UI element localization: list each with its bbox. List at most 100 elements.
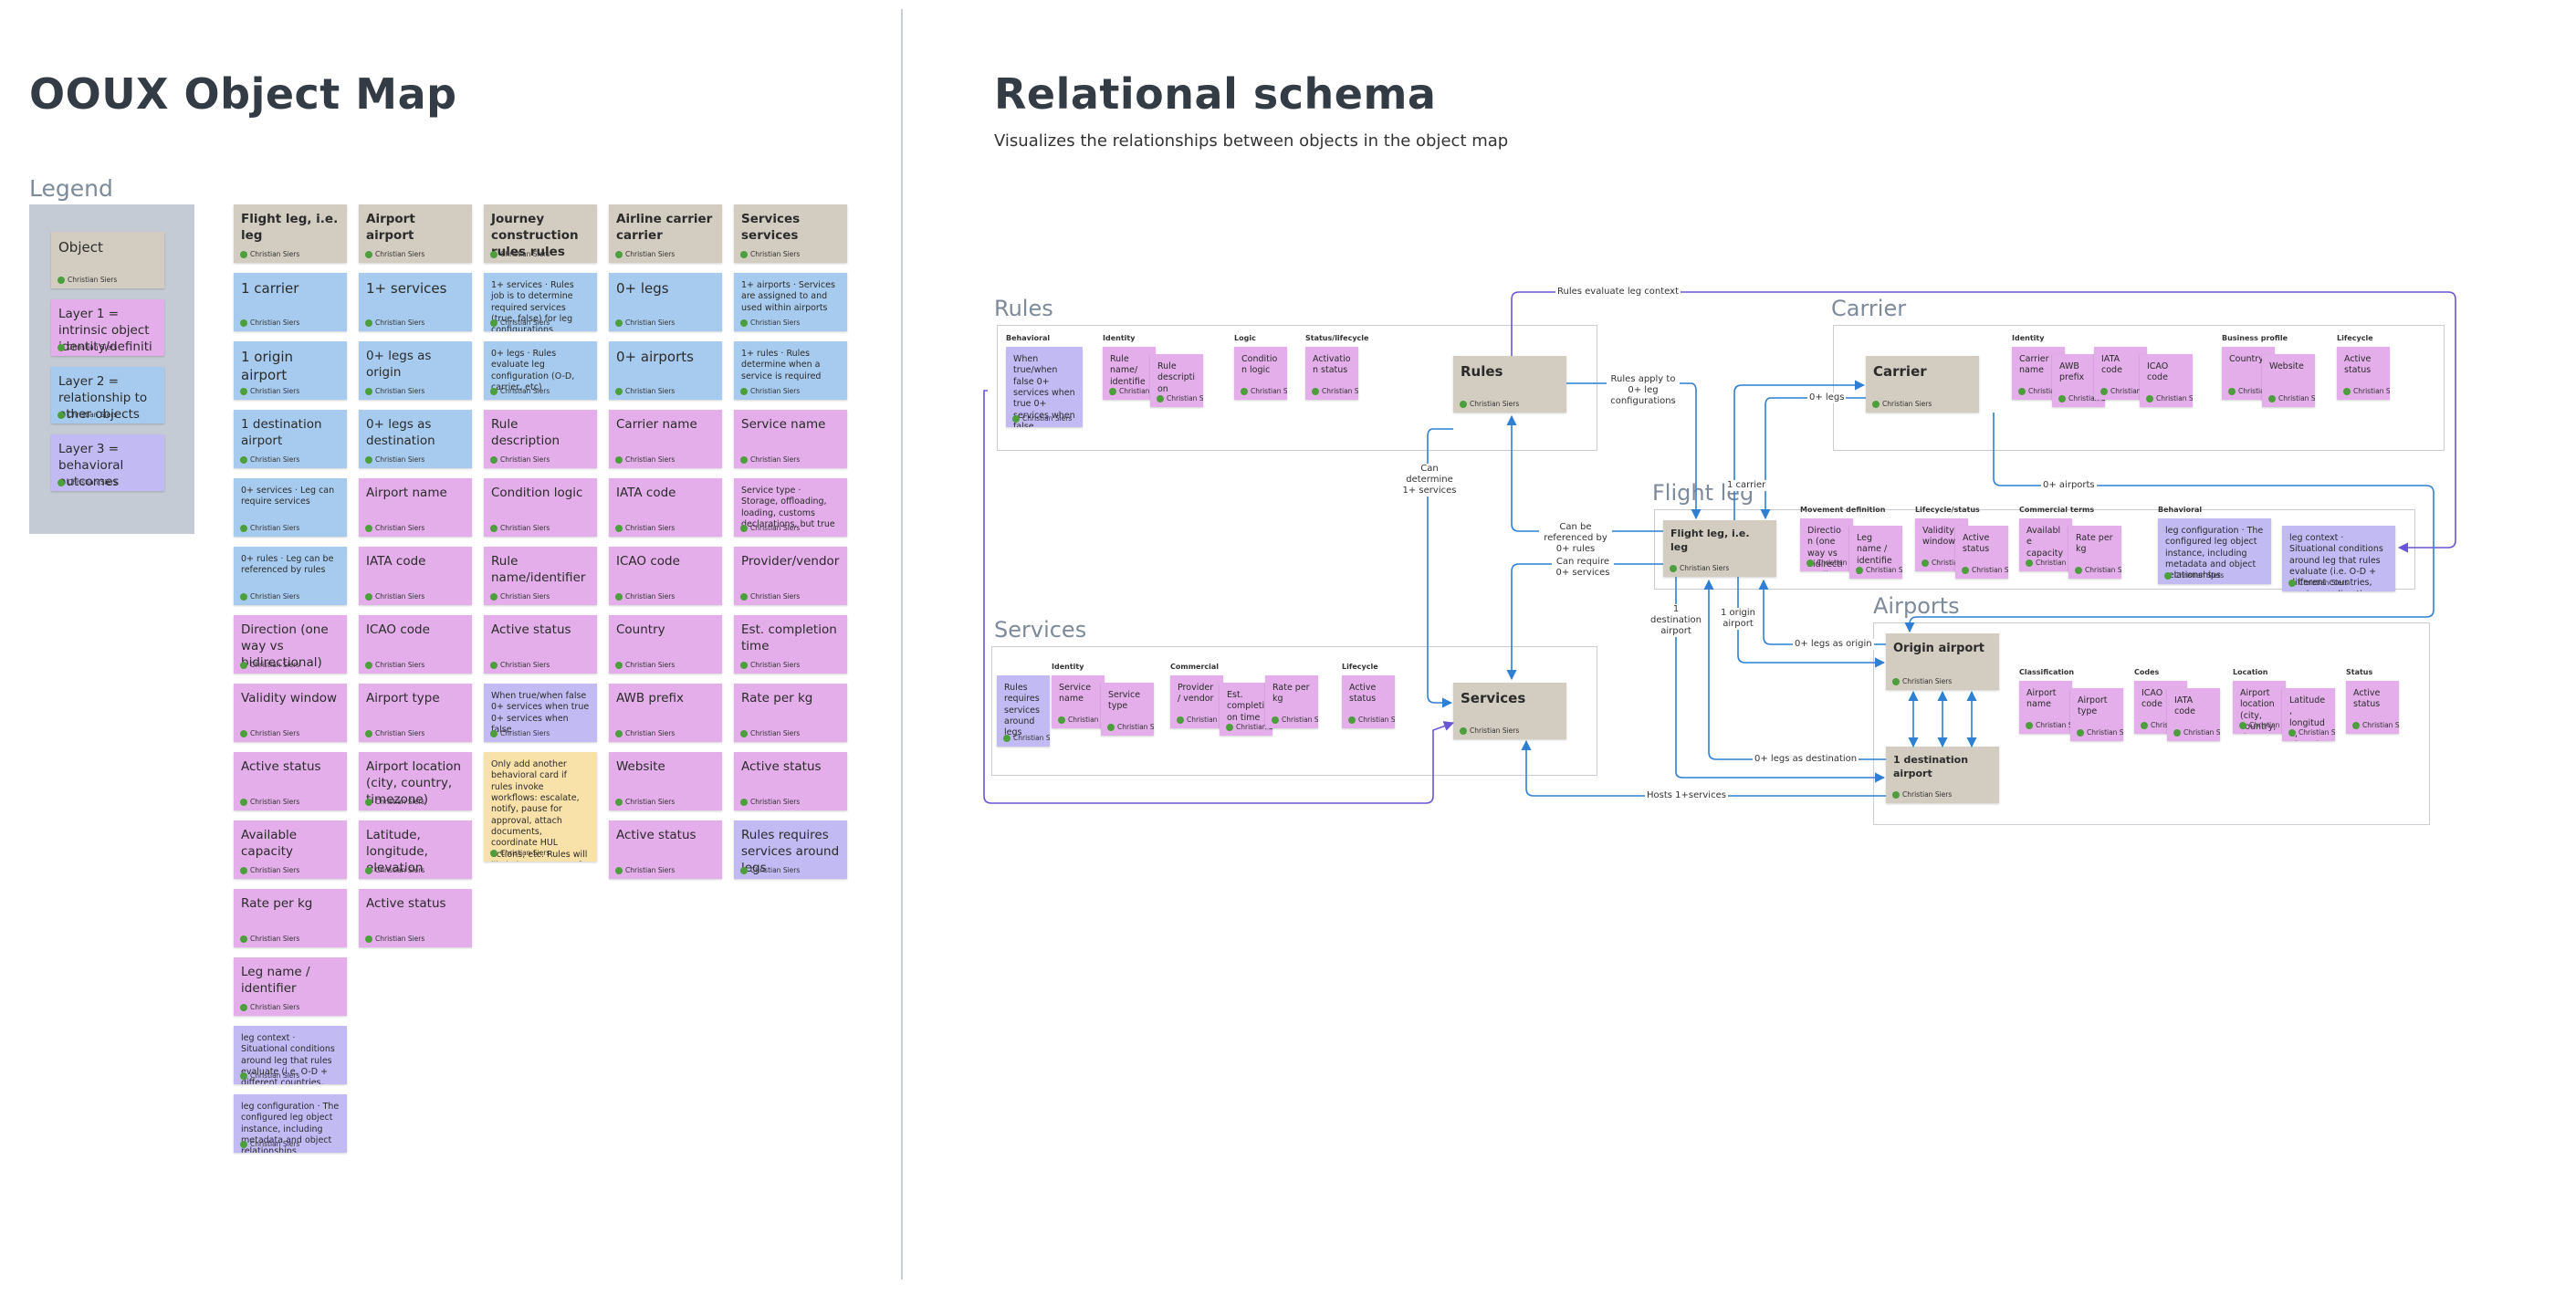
map-card-condition-logic[interactable]: Condition logic Christian Siers	[484, 478, 597, 537]
map-card-rule-description[interactable]: Rule description Christian Siers	[484, 410, 597, 468]
map-card-rule-name-identifier[interactable]: Rule name/identifier Christian Siers	[484, 547, 597, 605]
card-label: Airport type	[366, 691, 440, 705]
schema-card-rule-description[interactable]: Rule descriptionChristian Siers	[1150, 354, 1203, 407]
schema-card-icao-code[interactable]: ICAO code Christian Siers	[2140, 354, 2193, 407]
map-card-leg-name-identifier[interactable]: Leg name / identifier Christian Siers	[234, 957, 347, 1016]
schema-card-latitude-longitude-elevation[interactable]: Latitude, longitude, elevationChristian …	[2282, 688, 2335, 741]
map-card-1-origin-airport[interactable]: 1 origin airport Christian Siers	[234, 341, 347, 400]
map-card-1-services-rules-job-is-to-determine-req[interactable]: 1+ services · Rules job is to determine …	[484, 273, 597, 331]
card-label: Active status	[2353, 688, 2381, 710]
map-card-latitude-longitude-elevation[interactable]: Latitude, longitude, elevation Christian …	[359, 820, 472, 879]
map-card-flight-leg-i-e-leg[interactable]: Flight leg, i.e. leg Christian Siers	[234, 204, 347, 263]
schema-card-active-status[interactable]: Active status Christian Siers	[1342, 675, 1395, 728]
map-card-active-status[interactable]: Active status Christian Siers	[359, 889, 472, 947]
schema-card-rule-name-identifier[interactable]: Rule name/ identifierChristian Siers	[1103, 347, 1156, 400]
map-card-est-completion-time[interactable]: Est. completion time Christian Siers	[734, 615, 847, 674]
map-card-icao-code[interactable]: ICAO code Christian Siers	[609, 547, 722, 605]
map-card-provider-vendor[interactable]: Provider/vendor Christian Siers	[734, 547, 847, 605]
map-card-0-rules-leg-can-be-referenced-by-rules[interactable]: 0+ rules · Leg can be referenced by rule…	[234, 547, 347, 605]
object-flight-leg[interactable]: Flight leg, i.e. leg Christian Siers	[1663, 520, 1776, 577]
schema-card-rate-per-kg[interactable]: Rate per kg Christian Siers	[2068, 526, 2121, 579]
map-card-0-legs-rules-evaluate-leg-configuration-[interactable]: 0+ legs · Rules evaluate leg configurati…	[484, 341, 597, 400]
map-card-service-name[interactable]: Service name Christian Siers	[734, 410, 847, 468]
schema-card-direction-one-way-vs-bidirectional[interactable]: Direction (one way vs bidirectional)Chri…	[1800, 518, 1853, 571]
map-card-country[interactable]: Country Christian Siers	[609, 615, 722, 674]
map-card-carrier-name[interactable]: Carrier name Christian Siers	[609, 410, 722, 468]
map-card-when-true-when-false-0-services-when-tru[interactable]: When true/when false 0+ services when tr…	[484, 684, 597, 742]
schema-card-active-status[interactable]: Active status Christian Siers	[1955, 526, 2008, 579]
avatar	[2239, 721, 2246, 729]
map-card-1-destination-airport[interactable]: 1 destination airport Christian Siers	[234, 410, 347, 468]
author-tag: Christian Siers	[2288, 579, 2348, 587]
schema-card-airport-name[interactable]: Airport name Christian Siers	[2019, 681, 2072, 734]
map-card-iata-code[interactable]: IATA code Christian Siers	[359, 547, 472, 605]
legend-card-object[interactable]: Object Christian Siers	[51, 232, 164, 288]
map-card-1-rules-rules-determine-when-a-service-i[interactable]: 1+ rules · Rules determine when a servic…	[734, 341, 847, 400]
schema-card-leg-context-situational-conditions-aroun[interactable]: leg context · Situational conditions aro…	[2282, 526, 2395, 591]
schema-card-website[interactable]: Website Christian Siers	[2262, 354, 2315, 407]
avatar	[240, 319, 247, 327]
schema-card-airport-location-city-country-timezone[interactable]: Airport location (city, country, timezon…	[2233, 681, 2286, 734]
schema-card-iata-code[interactable]: IATA code Christian Siers	[2167, 688, 2220, 741]
schema-card-active-status[interactable]: Active status Christian Siers	[2337, 347, 2390, 400]
map-card-0-services-leg-can-require-services[interactable]: 0+ services · Leg can require services Ch…	[234, 478, 347, 537]
map-card-airport-type[interactable]: Airport type Christian Siers	[359, 684, 472, 742]
map-card-rules-requires-services-around-legs[interactable]: Rules requires services around legs Chris…	[734, 820, 847, 879]
schema-card-rate-per-kg[interactable]: Rate per kg Christian Siers	[1265, 675, 1318, 728]
map-card-airline-carrier-carrier[interactable]: Airline carrier carrier Christian Siers	[609, 204, 722, 263]
map-card-journey-construction-rules-rules[interactable]: Journey construction rules rules Christia…	[484, 204, 597, 263]
map-card-rate-per-kg[interactable]: Rate per kg Christian Siers	[234, 889, 347, 947]
schema-card-rules-requires-services-around-legs[interactable]: Rules requires services around legs Chris…	[997, 675, 1050, 747]
map-card-airport-name[interactable]: Airport name Christian Siers	[359, 478, 472, 537]
map-card-airport-airport[interactable]: Airport airport Christian Siers	[359, 204, 472, 263]
legend-card-layer-1-intrinsic-object-identity-defini[interactable]: Layer 1 = intrinsic object identity/defi…	[51, 299, 164, 356]
map-card-1-carrier[interactable]: 1 carrier Christian Siers	[234, 273, 347, 331]
map-card-services-services[interactable]: Services services Christian Siers	[734, 204, 847, 263]
schema-card-condition-logic[interactable]: Condition logic Christian Siers	[1234, 347, 1287, 400]
schema-card-service-name[interactable]: Service name Christian Siers	[1052, 675, 1105, 728]
legend-card-layer-3-behavioral-outcomes[interactable]: Layer 3 = behavioral outcomes Christian S…	[51, 434, 164, 491]
object-services[interactable]: Services Christian Siers	[1453, 683, 1566, 739]
map-card-active-status[interactable]: Active status Christian Siers	[609, 820, 722, 879]
schema-card-available-capacity[interactable]: Available capacityChristian Siers	[2019, 518, 2072, 571]
map-card-rate-per-kg[interactable]: Rate per kg Christian Siers	[734, 684, 847, 742]
schema-card-when-true-when-false-0-services-when-tru[interactable]: When true/when false 0+ services when tr…	[1006, 347, 1083, 427]
map-card-service-type-storage-offloading-loading-[interactable]: Service type · Storage, offloading, load…	[734, 478, 847, 537]
map-card-leg-context-situational-conditions-aroun[interactable]: leg context · Situational conditions aro…	[234, 1026, 347, 1084]
map-card-1-services[interactable]: 1+ services Christian Siers	[359, 273, 472, 331]
map-card-0-legs-as-origin[interactable]: 0+ legs as origin Christian Siers	[359, 341, 472, 400]
map-card-active-status[interactable]: Active status Christian Siers	[234, 752, 347, 810]
object-rules[interactable]: Rules Christian Siers	[1453, 356, 1566, 413]
map-card-1-airports-services-are-assigned-to-and-[interactable]: 1+ airports · Services are assigned to a…	[734, 273, 847, 331]
object-origin-airport[interactable]: Origin airport Christian Siers	[1886, 633, 1999, 690]
schema-card-service-type[interactable]: Service type Christian Siers	[1101, 683, 1154, 736]
map-card-awb-prefix[interactable]: AWB prefix Christian Siers	[609, 684, 722, 742]
map-card-airport-location-city-country-timezone[interactable]: Airport location (city, country, timezon…	[359, 752, 472, 810]
map-card-iata-code[interactable]: IATA code Christian Siers	[609, 478, 722, 537]
map-card-0-legs[interactable]: 0+ legs Christian Siers	[609, 273, 722, 331]
map-card-website[interactable]: Website Christian Siers	[609, 752, 722, 810]
schema-card-activation-status[interactable]: Activation status Christian Siers	[1305, 347, 1358, 400]
author-name: Christian Siers	[500, 387, 550, 395]
map-card-0-airports[interactable]: 0+ airports Christian Siers	[609, 341, 722, 400]
object-destination-airport[interactable]: 1 destination airport Christian Siers	[1886, 747, 1999, 803]
map-card-only-add-another-behavioral-card-if-rule[interactable]: Only add another behavioral card if rule…	[484, 752, 597, 862]
schema-card-active-status[interactable]: Active status Christian Siers	[2346, 681, 2399, 734]
map-card-leg-configuration-the-configured-leg-obj[interactable]: leg configuration · The configured leg o…	[234, 1094, 347, 1153]
schema-card-leg-name-identifier[interactable]: Leg name / identifierChristian Siers	[1849, 526, 1902, 579]
map-card-direction-one-way-vs-bidirectional[interactable]: Direction (one way vs bidirectional) Chri…	[234, 615, 347, 674]
map-card-active-status[interactable]: Active status Christian Siers	[734, 752, 847, 810]
object-carrier[interactable]: Carrier Christian Siers	[1866, 356, 1979, 413]
card-label: Carrier name	[616, 417, 697, 432]
schema-card-airport-type[interactable]: Airport type Christian Siers	[2070, 688, 2123, 741]
legend-card-layer-2-relationship-to-other-objects[interactable]: Layer 2 = relationship to other objects C…	[51, 367, 164, 423]
schema-card-leg-configuration-the-configured-leg-obj[interactable]: leg configuration · The configured leg o…	[2158, 518, 2271, 584]
map-card-active-status[interactable]: Active status Christian Siers	[484, 615, 597, 674]
map-card-available-capacity[interactable]: Available capacity Christian Siers	[234, 820, 347, 879]
map-card-icao-code[interactable]: ICAO code Christian Siers	[359, 615, 472, 674]
schema-card-provider-vendor[interactable]: Provider/ vendor Christian Siers	[1170, 675, 1223, 728]
card-label: Service name	[741, 417, 826, 432]
map-card-validity-window[interactable]: Validity window Christian Siers	[234, 684, 347, 742]
map-card-0-legs-as-destination[interactable]: 0+ legs as destination Christian Siers	[359, 410, 472, 468]
avatar	[1348, 716, 1356, 724]
